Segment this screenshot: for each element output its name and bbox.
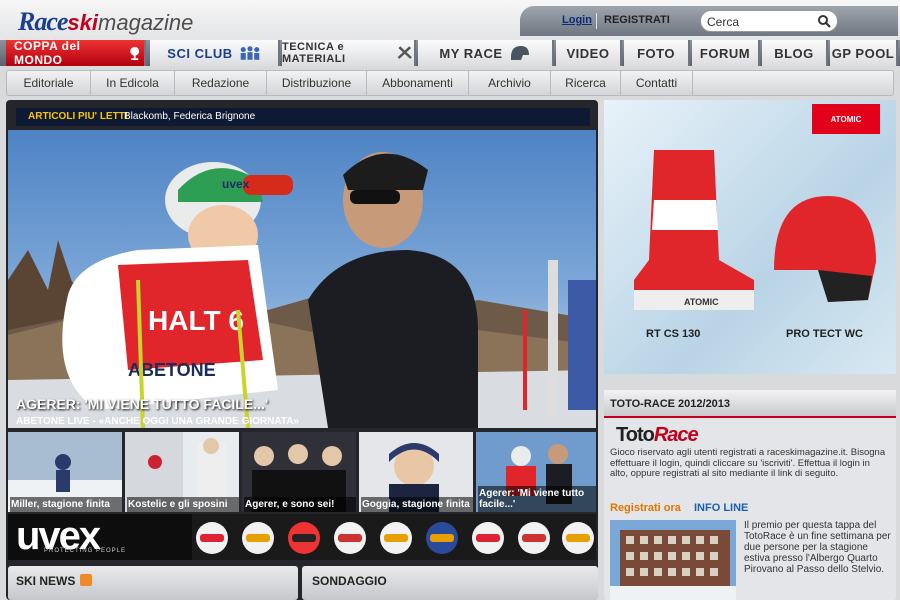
search-box[interactable] xyxy=(700,10,838,32)
thumb-caption: Agerer, e sono sei! xyxy=(244,497,356,512)
search-input[interactable] xyxy=(707,14,815,29)
nav-myrace-label: MY RACE xyxy=(439,45,503,61)
info-line-link[interactable]: INFO LINE xyxy=(694,502,748,514)
helmet-label: PRO TECT WC xyxy=(786,328,863,340)
main-nav: COPPA del MONDO SCI CLUB TECNICA e MATER… xyxy=(0,39,900,67)
ski-boot-image: ATOMIC xyxy=(634,150,754,310)
toto-header: TOTO-RACE 2012/2013 xyxy=(604,390,896,418)
subnav-archivio[interactable]: Archivio xyxy=(469,71,551,95)
boot-label: RT CS 130 xyxy=(646,328,701,340)
logo-race: Race xyxy=(18,7,68,36)
thumb-item[interactable]: Goggia, stagione finita xyxy=(359,432,473,512)
ski-news-header: SKI NEWS xyxy=(8,566,298,600)
nav-video[interactable]: VIDEO xyxy=(556,40,622,66)
logo-ski: ski xyxy=(67,10,99,35)
nav-tecnica-materiali[interactable]: TECNICA e MATERIALI xyxy=(282,40,416,66)
subnav-redazione[interactable]: Redazione xyxy=(175,71,267,95)
nav-gp-pool[interactable]: GP POOL xyxy=(830,40,898,66)
nav-coppa-label: COPPA del MONDO xyxy=(14,39,81,67)
logo-magazine: magazine xyxy=(98,10,194,35)
ticker-text[interactable]: Blackomb, Federica Brignone xyxy=(124,111,255,122)
subnav-contatti[interactable]: Contatti xyxy=(621,71,693,95)
thumb-item[interactable]: Agerer: 'Mi viene tutto facile...' xyxy=(476,432,596,512)
uvex-tagline: PROTECTING PEOPLE xyxy=(44,548,127,554)
totorace-logo-b: Race xyxy=(653,424,699,446)
subnav-in-edicola[interactable]: In Edicola xyxy=(91,71,175,95)
trophy-icon xyxy=(129,46,139,61)
nav-coppa-del-mondo[interactable]: COPPA del MONDO xyxy=(6,39,146,67)
poll-header: SONDAGGIO xyxy=(302,566,598,600)
helmet-icon xyxy=(510,46,529,60)
thumb-caption: Kostelic e gli sposini xyxy=(127,497,239,512)
nav-sci-club[interactable]: SCI CLUB xyxy=(150,40,280,66)
people-icon xyxy=(240,46,259,60)
thumb-item[interactable]: Agerer, e sono sei! xyxy=(242,432,356,512)
most-read-ticker[interactable]: ARTICOLI PIU' LETTI Blackomb, Federica B… xyxy=(16,108,590,126)
hero-article-image[interactable]: uvex HALT 6 ABETONE AGERER: 'MI VIENE TU… xyxy=(8,130,596,428)
main-content: ARTICOLI PIU' LETTI Blackomb, Federica B… xyxy=(6,100,598,600)
subnav-abbonamenti[interactable]: Abbonamenti xyxy=(367,71,469,95)
toto-description: Gioco riservato agli utenti registrati a… xyxy=(610,447,886,479)
toto-prize-text: Il premio per questa tappa del TotoRace … xyxy=(744,520,891,575)
toto-race-box: TOTO-RACE 2012/2013 TotoRace Gioco riser… xyxy=(604,390,896,600)
subnav-editoriale[interactable]: Editoriale xyxy=(7,71,91,95)
ski-helmet-image xyxy=(774,196,876,302)
user-bar: Login REGISTRATI xyxy=(520,6,898,36)
rss-icon[interactable] xyxy=(80,574,92,586)
atomic-ad[interactable]: ATOMIC ATOMIC RT CS 130 PRO TECT WC xyxy=(604,100,896,374)
nav-sciclub-label: SCI CLUB xyxy=(167,45,233,61)
tools-icon xyxy=(397,46,412,59)
search-icon[interactable] xyxy=(817,14,831,28)
site-logo[interactable]: Raceskimagazine xyxy=(18,7,193,37)
login-link[interactable]: Login xyxy=(562,14,592,26)
register-now-link[interactable]: Registrati ora xyxy=(610,502,681,514)
poll-title: SONDAGGIO xyxy=(312,574,387,588)
boot-brand-label: ATOMIC xyxy=(684,297,719,307)
thumbnail-strip: Miller, stagione finita Kostelic e gli s… xyxy=(8,432,596,512)
register-link[interactable]: REGISTRATI xyxy=(604,14,670,26)
nav-tecnica-label: TECNICA e MATERIALI xyxy=(282,41,346,65)
thumb-caption: Agerer: 'Mi viene tutto facile...' xyxy=(478,486,596,512)
ticker-label: ARTICOLI PIU' LETTI xyxy=(28,111,128,122)
thumb-caption: Miller, stagione finita xyxy=(10,497,122,512)
totorace-logo-a: Toto xyxy=(616,424,655,446)
ski-news-title: SKI NEWS xyxy=(16,574,76,588)
toto-title: TOTO-RACE 2012/2013 xyxy=(610,398,731,410)
nav-foto[interactable]: FOTO xyxy=(624,40,690,66)
hero-title[interactable]: AGERER: 'MI VIENE TUTTO FACILE...' xyxy=(16,396,268,412)
hero-bib: HALT 6 xyxy=(148,305,244,336)
nav-forum[interactable]: FORUM xyxy=(692,40,760,66)
hero-photo: uvex HALT 6 ABETONE xyxy=(8,152,596,428)
hero-subtitle[interactable]: ABETONE LIVE - «ANCHE OGGI UNA GRANDE GI… xyxy=(16,416,299,427)
subnav-distribuzione[interactable]: Distribuzione xyxy=(267,71,367,95)
thumb-caption: Goggia, stagione finita xyxy=(361,497,473,512)
hotel-image xyxy=(610,520,736,600)
atomic-logo: ATOMIC xyxy=(812,104,880,134)
svg-text:uvex: uvex xyxy=(222,177,250,191)
nav-my-race[interactable]: MY RACE xyxy=(418,40,554,66)
thumb-item[interactable]: Kostelic e gli sposini xyxy=(125,432,239,512)
sub-nav: Editoriale In Edicola Redazione Distribu… xyxy=(6,70,894,96)
header: Raceskimagazine Login REGISTRATI xyxy=(0,0,900,40)
user-bar-divider xyxy=(596,13,597,29)
uvex-banner-ad[interactable]: uvex PROTECTING PEOPLE xyxy=(8,514,596,560)
subnav-ricerca[interactable]: Ricerca xyxy=(551,71,621,95)
totorace-logo[interactable]: TotoRace xyxy=(616,424,699,447)
thumb-item[interactable]: Miller, stagione finita xyxy=(8,432,122,512)
nav-blog[interactable]: BLOG xyxy=(762,40,828,66)
uvex-athletes-strip xyxy=(192,514,596,560)
